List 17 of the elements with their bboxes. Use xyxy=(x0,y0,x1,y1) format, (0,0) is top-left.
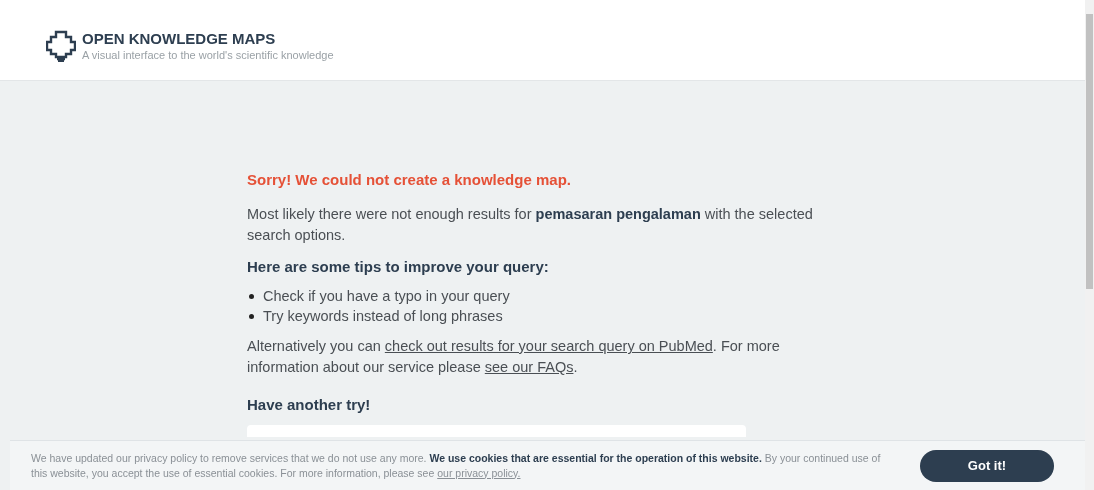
text-link[interactable]: see our FAQs xyxy=(484,359,574,375)
text-link[interactable]: check out results for your search query on PubMed xyxy=(384,338,713,354)
site-title[interactable]: OPEN KNOWLEDGE MAPS xyxy=(82,30,334,48)
accept-button[interactable]: Got it! xyxy=(920,449,1054,482)
tip-text: Try keywords instead of long phrases xyxy=(263,307,503,326)
error-heading: Sorry! We could not create a knowledge map. xyxy=(247,170,572,190)
error-message: Most likely there were not enough results for pemasaran pengalaman with the selected search options. xyxy=(247,204,814,245)
tip-text: Check if you have a typo in your query xyxy=(263,287,510,306)
retry-heading: Have another try! xyxy=(247,395,372,415)
tips-heading: Here are some tips to improve your query: xyxy=(247,256,550,277)
logo-icon xyxy=(46,30,76,62)
alternative-text: Alternatively you can check out results for your search query on PubMed. For more information about our service please see our FAQs. xyxy=(247,337,781,377)
bullet-icon xyxy=(249,293,254,299)
scrollbar[interactable] xyxy=(1085,0,1094,490)
bullet-icon xyxy=(249,313,254,319)
site-subtitle: A visual interface to the world's scientific knowledge xyxy=(82,48,334,62)
cookie-message: We have updated our privacy policy to remove services that we do not use any more. We use cookies that are essential for the operation of this website. By your continued use of this website, you accept the use of essential cookies. For more information, please see our privacy policy. xyxy=(31,450,882,481)
